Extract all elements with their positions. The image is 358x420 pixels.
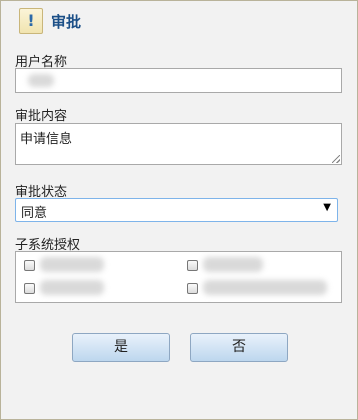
redacted-subsystem-4 [203,280,327,295]
subsystem-checkbox-3[interactable] [24,283,35,294]
content-label: 审批内容 [15,109,68,124]
redacted-subsystem-1 [40,257,104,272]
subsystem-checkbox-1[interactable] [24,260,35,271]
yes-button[interactable]: 是 [72,333,170,362]
subsystem-checkbox-2[interactable] [187,260,198,271]
chevron-down-icon[interactable]: ▼ [323,202,331,213]
redacted-subsystem-3 [40,280,104,295]
resize-handle[interactable] [332,155,340,163]
username-field[interactable] [15,68,342,93]
exclamation-icon: ! [19,8,43,34]
subsystem-checkbox-4[interactable] [187,283,198,294]
content-text: 申请信息 [20,132,73,147]
subsystem-checkbox-list [15,251,342,303]
redacted-subsystem-2 [203,257,263,272]
no-button[interactable]: 否 [190,333,288,362]
redacted-username [28,74,54,87]
dialog-title: 审批 [51,13,82,31]
approval-dialog: ! 审批 用户名称 审批内容 申请信息 审批状态 同意 ▼ 子系统授权 是 否 [0,0,358,420]
status-selected-value: 同意 [21,206,48,221]
content-textarea[interactable]: 申请信息 [15,123,342,165]
status-select[interactable]: 同意 ▼ [15,198,338,222]
